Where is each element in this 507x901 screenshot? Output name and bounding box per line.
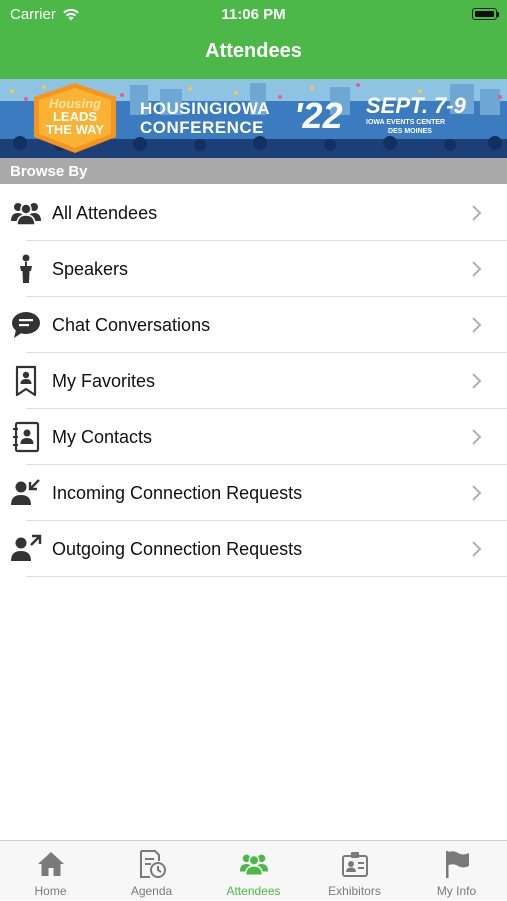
tab-label: Home <box>34 884 67 898</box>
browse-list: All Attendees Speakers Chat Conversation… <box>0 185 507 577</box>
conference-banner[interactable]: Housing LEADS THE WAY HOUSINGIOWA CONFER… <box>0 79 507 158</box>
podium-speaker-icon <box>20 254 32 283</box>
flag-icon <box>446 851 469 878</box>
banner-dates: SEPT. 7-9 <box>366 93 466 118</box>
chevron-right-icon <box>472 317 482 333</box>
list-item-label: Chat Conversations <box>52 315 211 335</box>
tab-label: Attendees <box>226 884 281 898</box>
status-bar: Carrier 11:06 PM <box>0 6 507 24</box>
favorite-bookmark-icon <box>15 365 37 397</box>
page-title: Attendees <box>205 40 302 62</box>
person-outgoing-icon <box>11 534 42 561</box>
tab-label: Agenda <box>130 884 173 898</box>
conference-line-1: HOUSINGIOWA <box>140 99 271 118</box>
list-item-my-favorites[interactable]: My Favorites <box>0 353 507 409</box>
banner-city: DES MOINES <box>388 128 432 135</box>
banner-venue: IOWA EVENTS CENTER <box>366 119 446 126</box>
banner-conference-name: HOUSINGIOWA CONFERENCE <box>140 99 270 137</box>
tab-my-info[interactable]: My Info <box>406 841 507 901</box>
contacts-book-icon <box>13 421 40 453</box>
badge-line-3: THE WAY <box>45 122 105 137</box>
list-item-my-contacts[interactable]: My Contacts <box>0 409 507 465</box>
person-incoming-icon <box>11 479 40 505</box>
list-item-chat-conversations[interactable]: Chat Conversations <box>0 297 507 353</box>
banner-badge: Housing LEADS THE WAY <box>36 97 114 136</box>
exhibitors-badge-icon <box>342 852 368 877</box>
list-item-outgoing-requests[interactable]: Outgoing Connection Requests <box>0 521 507 577</box>
banner-year: '22 <box>294 95 343 136</box>
tab-label: My Info <box>436 884 477 898</box>
row-divider <box>26 576 507 577</box>
agenda-calendar-icon <box>140 850 166 878</box>
home-icon <box>38 852 64 876</box>
chevron-right-icon <box>472 373 482 389</box>
chat-bubble-icon <box>12 312 40 338</box>
list-item-label: Speakers <box>52 259 129 279</box>
status-time: 11:06 PM <box>221 6 286 23</box>
chevron-right-icon <box>472 261 482 277</box>
section-header: Browse By <box>0 158 507 184</box>
chevron-right-icon <box>472 429 482 445</box>
people-group-icon <box>11 203 41 226</box>
tab-agenda[interactable]: Agenda <box>101 841 202 901</box>
list-item-label: Outgoing Connection Requests <box>52 539 303 559</box>
tab-bar: Home Agenda Attendees Exhibitors My Info <box>0 840 507 900</box>
list-item-incoming-requests[interactable]: Incoming Connection Requests <box>0 465 507 521</box>
list-item-all-attendees[interactable]: All Attendees <box>0 185 507 241</box>
tab-label: Exhibitors <box>328 884 381 898</box>
list-item-label: My Favorites <box>52 371 156 391</box>
list-item-label: My Contacts <box>52 427 153 447</box>
chevron-right-icon <box>472 485 482 501</box>
tab-exhibitors[interactable]: Exhibitors <box>304 841 405 901</box>
chevron-right-icon <box>472 205 482 221</box>
tab-home[interactable]: Home <box>0 841 101 901</box>
section-title: Browse By <box>10 163 88 180</box>
battery-icon <box>472 8 499 20</box>
chevron-right-icon <box>472 541 482 557</box>
conference-line-2: CONFERENCE <box>140 118 265 137</box>
list-item-speakers[interactable]: Speakers <box>0 241 507 297</box>
list-item-label: All Attendees <box>52 203 158 223</box>
attendees-icon <box>239 854 269 876</box>
list-item-label: Incoming Connection Requests <box>52 483 303 503</box>
tab-attendees[interactable]: Attendees <box>203 841 304 901</box>
nav-header: Carrier 11:06 PM Attendees <box>0 0 507 79</box>
